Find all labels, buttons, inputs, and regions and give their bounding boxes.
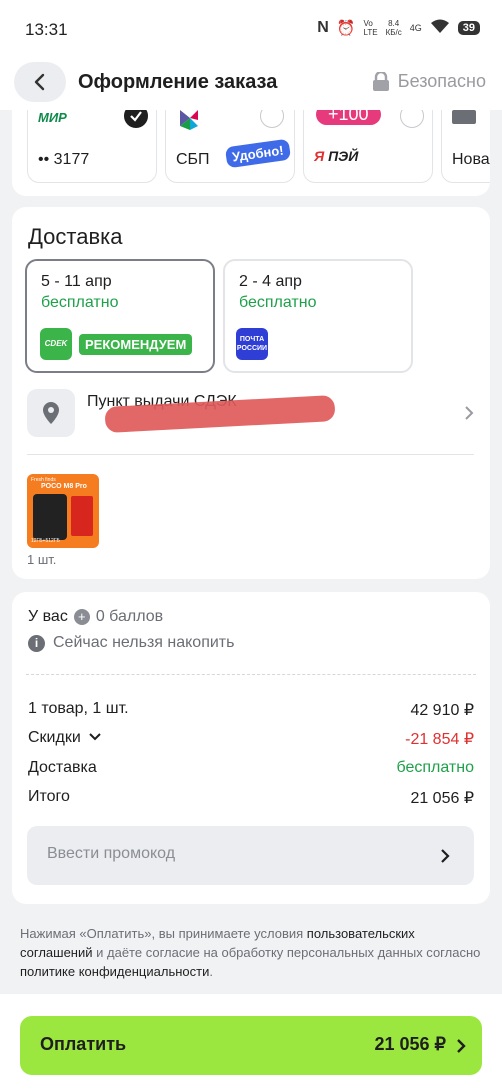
items-label: 1 товар, 1 шт. <box>28 700 129 717</box>
total-label: Итого <box>28 788 70 805</box>
new-card-label: Нова <box>452 151 490 168</box>
memory-label: 12ГБ+512ГБ <box>31 538 60 544</box>
bottom-bar: Оплатить 21 056 ₽ <box>0 994 502 1090</box>
payment-methods: МИР •• 3177 СБП Удобно! +100 Я ПЭЙ Нова <box>12 110 490 196</box>
discounts-label: Скидки <box>28 729 101 749</box>
alarm-icon: ⏰ <box>336 19 356 37</box>
points-plus-icon: + <box>73 609 90 625</box>
back-button[interactable] <box>14 62 66 102</box>
chevron-right-icon <box>441 849 450 863</box>
plus-badge: +100 <box>316 110 381 125</box>
payment-sbp[interactable]: СБП Удобно! <box>165 110 295 183</box>
privacy-link[interactable]: политике конфиденциальности <box>20 964 209 979</box>
status-bar: 13:31 N ⏰ Vo LTE 8.4 КБ/с 4G 39 <box>0 0 502 62</box>
lock-icon <box>372 71 389 91</box>
check-radio[interactable] <box>124 110 148 128</box>
product-thumbnail[interactable]: Fresh finds POCO M8 Pro 12ГБ+512ГБ <box>27 474 99 548</box>
status-icons: N ⏰ Vo LTE 8.4 КБ/с 4G 39 <box>317 18 480 37</box>
payment-yandex-pay[interactable]: +100 Я ПЭЙ <box>303 110 433 183</box>
info-icon: i <box>28 634 45 652</box>
divider <box>27 454 474 455</box>
chevron-left-icon <box>34 73 45 91</box>
n-icon: N <box>317 18 329 36</box>
product-name: POCO M8 Pro <box>41 483 87 490</box>
delivery-option-cdek[interactable]: 5 - 11 апр бесплатно CDEK РЕКОМЕНДУЕМ <box>25 259 215 373</box>
location-pin-icon <box>27 389 75 437</box>
ticket-divider <box>12 668 490 682</box>
radio-unselected[interactable] <box>260 110 284 128</box>
page-title: Оформление заказа <box>78 71 278 93</box>
delivery-value: бесплатно <box>396 759 475 776</box>
points-card: У вас + 0 баллов i Сейчас нельзя накопит… <box>12 592 490 668</box>
total-value: 21 056 ₽ <box>410 790 474 807</box>
mir-logo: МИР <box>38 110 67 125</box>
secure-indicator: Безопасно <box>372 71 486 92</box>
delivery-option-pochta[interactable]: 2 - 4 апр бесплатно ПОЧТА РОССИИ <box>223 259 413 373</box>
convenient-badge: Удобно! <box>224 138 291 169</box>
pickup-point-row[interactable]: Пункт выдачи СДЭК <box>27 387 474 439</box>
promo-card <box>71 496 93 536</box>
points-note: i Сейчас нельзя накопить <box>28 634 234 652</box>
chevron-right-icon <box>457 1039 466 1053</box>
promo-placeholder: Ввести промокод <box>47 845 176 862</box>
points-prefix: У вас <box>28 608 68 625</box>
radio-unselected[interactable] <box>400 110 424 128</box>
cdek-logo: CDEK <box>40 328 72 360</box>
promo-input[interactable]: Ввести промокод <box>27 826 474 885</box>
payment-new[interactable]: Нова <box>441 110 490 183</box>
recommend-badge: РЕКОМЕНДУЕМ <box>79 334 193 355</box>
status-time: 13:31 <box>25 20 68 39</box>
header: Оформление заказа Безопасно <box>0 62 502 110</box>
delivery-row: Доставка бесплатно <box>28 759 474 777</box>
sbp-label: СБП <box>176 151 210 168</box>
discounts-row[interactable]: Скидки -21 854 ₽ <box>28 729 474 749</box>
delivery-price: бесплатно <box>239 294 317 311</box>
pochta-logo: ПОЧТА РОССИИ <box>236 328 268 360</box>
points-balance: У вас + 0 баллов <box>28 608 163 626</box>
total-row: Итого 21 056 ₽ <box>28 788 474 808</box>
payment-card-mir[interactable]: МИР •• 3177 <box>27 110 157 183</box>
pay-amount: 21 056 ₽ <box>374 1034 446 1054</box>
card-number: •• 3177 <box>38 151 90 168</box>
discounts-value: -21 854 ₽ <box>405 731 474 748</box>
volte-label: Vo LTE <box>363 18 378 37</box>
wallet-icon <box>452 110 476 124</box>
delivery-card: Доставка 5 - 11 апр бесплатно CDEK РЕКОМ… <box>12 207 490 579</box>
sbp-icon <box>180 110 198 130</box>
phone-image <box>33 494 67 540</box>
battery-indicator: 39 <box>457 20 480 35</box>
product-qty: 1 шт. <box>27 552 57 567</box>
items-value: 42 910 ₽ <box>410 702 474 719</box>
legal-text: Нажимая «Оплатить», вы принимаете услови… <box>20 926 481 979</box>
delivery-price: бесплатно <box>41 294 119 311</box>
delivery-dates: 5 - 11 апр <box>41 273 112 290</box>
wifi-icon <box>430 18 450 37</box>
chevron-down-icon <box>89 733 101 741</box>
pay-button[interactable]: Оплатить 21 056 ₽ <box>20 1016 482 1075</box>
points-value: 0 баллов <box>95 608 164 625</box>
items-row: 1 товар, 1 шт. 42 910 ₽ <box>28 700 474 720</box>
yapay-logo: Я ПЭЙ <box>314 148 359 164</box>
delivery-label: Доставка <box>28 759 97 776</box>
net-speed: 8.4 КБ/с <box>385 18 402 37</box>
pay-label: Оплатить <box>40 1034 127 1054</box>
chevron-right-icon <box>465 406 474 420</box>
delivery-title: Доставка <box>28 224 123 249</box>
secure-label: Безопасно <box>397 71 486 91</box>
delivery-dates: 2 - 4 апр <box>239 273 302 290</box>
signal-4g: 4G <box>409 22 422 33</box>
totals-card: 1 товар, 1 шт. 42 910 ₽ Скидки -21 854 ₽… <box>12 682 490 904</box>
